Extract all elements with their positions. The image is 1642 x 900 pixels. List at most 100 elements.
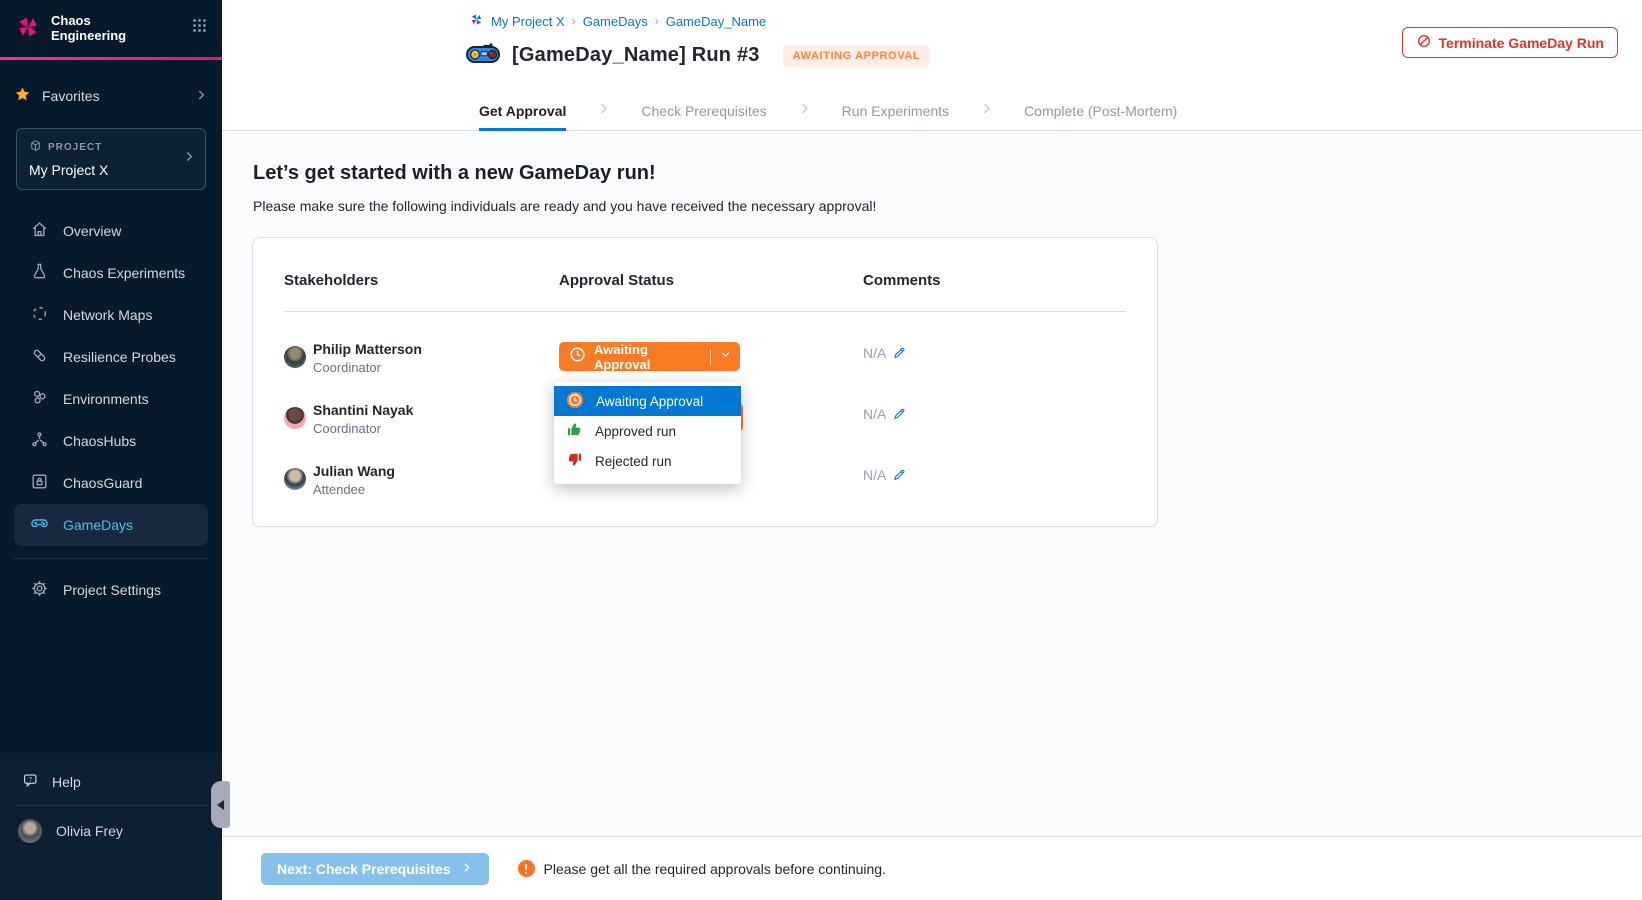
- next-check-prerequisites-button[interactable]: Next: Check Prerequisites: [261, 853, 489, 885]
- menu-option-rejected-run[interactable]: Rejected run: [554, 446, 741, 476]
- help-chat-icon: ?: [22, 772, 40, 793]
- chevron-down-icon: [719, 348, 732, 366]
- clock-icon: [566, 391, 584, 412]
- probe-icon: [30, 346, 49, 368]
- cube-icon: [29, 139, 42, 155]
- page-title: [GameDay_Name] Run #3: [512, 44, 760, 67]
- chevron-right-icon: [194, 88, 208, 105]
- warning-icon: [518, 860, 535, 877]
- dashed-circle-icon: [30, 304, 49, 326]
- sidebar-item-chaoshubs[interactable]: ChaosHubs: [0, 420, 222, 462]
- hub-icon: [30, 430, 49, 452]
- sidebar-item-overview[interactable]: Overview: [0, 210, 222, 252]
- breadcrumb: My Project X › GameDays › GameDay_Name: [469, 12, 766, 30]
- sidebar-item-gamedays[interactable]: GameDays: [14, 504, 208, 546]
- action-footer: Next: Check Prerequisites Please get all…: [222, 836, 1642, 900]
- chevron-separator-icon: ›: [655, 14, 659, 28]
- stakeholder-role: Coordinator: [313, 421, 381, 436]
- edit-comment-icon[interactable]: [893, 467, 908, 487]
- gear-icon: [30, 579, 49, 601]
- sidebar-item-network-maps[interactable]: Network Maps: [0, 294, 222, 336]
- stakeholder-name: Julian Wang: [313, 463, 395, 479]
- step-run-experiments[interactable]: Run Experiments: [842, 90, 949, 131]
- section-subheading: Please make sure the following individua…: [253, 198, 876, 214]
- sidebar-item-chaos-experiments[interactable]: Chaos Experiments: [0, 252, 222, 294]
- ban-icon: [1416, 33, 1432, 52]
- page-header: My Project X › GameDays › GameDay_Name […: [222, 0, 1642, 131]
- help-row[interactable]: ? Help: [0, 753, 222, 797]
- breadcrumb-project[interactable]: My Project X: [491, 14, 565, 29]
- run-stepper: Get Approval Check Prerequisites Run Exp…: [479, 90, 1177, 131]
- stakeholder-role: Coordinator: [313, 360, 381, 375]
- status-badge: AWAITING APPROVAL: [783, 45, 931, 67]
- lock-icon: [30, 472, 49, 494]
- chevron-right-icon: [979, 101, 994, 121]
- main-content: Let’s get started with a new GameDay run…: [222, 131, 1642, 836]
- step-complete-post-mortem[interactable]: Complete (Post-Mortem): [1024, 90, 1177, 131]
- sidebar-nav: Overview Chaos Experiments Network Maps …: [0, 210, 222, 546]
- comment-value: N/A: [863, 345, 886, 361]
- sidebar: Chaos Engineering Favorites PROJECT My P…: [0, 0, 222, 900]
- gamepad-icon: [30, 514, 49, 536]
- menu-option-awaiting-approval[interactable]: Awaiting Approval: [554, 386, 741, 416]
- column-header-stakeholders: Stakeholders: [284, 272, 378, 289]
- column-header-comments: Comments: [863, 272, 941, 289]
- sidebar-item-environments[interactable]: Environments: [0, 378, 222, 420]
- breadcrumb-logo-icon: [469, 12, 484, 30]
- chevron-right-icon: [182, 150, 196, 169]
- clock-icon: [569, 346, 586, 368]
- stakeholder-name: Shantini Nayak: [313, 402, 413, 418]
- stakeholder-role: Attendee: [313, 482, 365, 497]
- sidebar-item-chaosguard[interactable]: ChaosGuard: [0, 462, 222, 504]
- edit-comment-icon[interactable]: [893, 345, 908, 365]
- collapse-arrow-icon: [217, 800, 224, 810]
- table-header-divider: [284, 311, 1126, 312]
- project-name: My Project X: [29, 162, 179, 178]
- app-title: Chaos Engineering: [51, 13, 143, 43]
- app-grid-icon[interactable]: [191, 17, 208, 39]
- chevron-right-icon: [797, 101, 812, 121]
- warning-text: Please get all the required approvals be…: [544, 861, 886, 877]
- sidebar-item-resilience-probes[interactable]: Resilience Probes: [0, 336, 222, 378]
- user-row[interactable]: Olivia Frey: [0, 806, 222, 843]
- edit-comment-icon[interactable]: [893, 406, 908, 426]
- breadcrumb-gamedays[interactable]: GameDays: [583, 14, 648, 29]
- thumbs-down-icon: [566, 451, 583, 471]
- flask-icon: [30, 262, 49, 284]
- chevron-right-icon: [596, 101, 611, 121]
- menu-option-approved-run[interactable]: Approved run: [554, 416, 741, 446]
- column-header-approval-status: Approval Status: [559, 272, 674, 289]
- favorites-label: Favorites: [42, 88, 100, 104]
- chaos-engineering-logo-icon: [14, 13, 42, 46]
- svg-text:?: ?: [28, 776, 32, 783]
- gameday-gamepad-icon: [465, 41, 501, 70]
- comment-value: N/A: [863, 467, 886, 483]
- sidebar-divider: [14, 558, 208, 559]
- sidebar-collapse-handle[interactable]: [211, 781, 230, 828]
- sidebar-bottom: ? Help Olivia Frey: [0, 753, 222, 900]
- avatar: [18, 819, 42, 843]
- star-icon: [14, 86, 31, 106]
- favorites-row[interactable]: Favorites: [14, 81, 208, 111]
- terminate-gameday-button[interactable]: Terminate GameDay Run: [1402, 27, 1618, 58]
- stakeholders-card: Stakeholders Approval Status Comments Ph…: [252, 237, 1158, 527]
- stakeholder-name: Philip Matterson: [313, 341, 422, 357]
- step-get-approval[interactable]: Get Approval: [479, 90, 566, 131]
- cluster-icon: [30, 388, 49, 410]
- project-label: PROJECT: [48, 142, 102, 153]
- table-row: Philip Matterson Coordinator Awaiting Ap…: [253, 333, 1157, 379]
- approval-status-dropdown-button[interactable]: Awaiting Approval: [559, 342, 740, 371]
- breadcrumb-gameday-name[interactable]: GameDay_Name: [666, 14, 766, 29]
- avatar: [284, 346, 306, 368]
- step-check-prerequisites[interactable]: Check Prerequisites: [641, 90, 766, 131]
- section-heading: Let’s get started with a new GameDay run…: [253, 162, 656, 185]
- avatar: [284, 407, 306, 429]
- user-name: Olivia Frey: [56, 823, 123, 839]
- brand-divider: [0, 57, 222, 60]
- project-selector[interactable]: PROJECT My Project X: [16, 128, 206, 190]
- thumbs-up-icon: [566, 421, 583, 441]
- comment-value: N/A: [863, 406, 886, 422]
- sidebar-item-project-settings[interactable]: Project Settings: [0, 571, 222, 609]
- avatar: [284, 468, 306, 490]
- chevron-separator-icon: ›: [572, 14, 576, 28]
